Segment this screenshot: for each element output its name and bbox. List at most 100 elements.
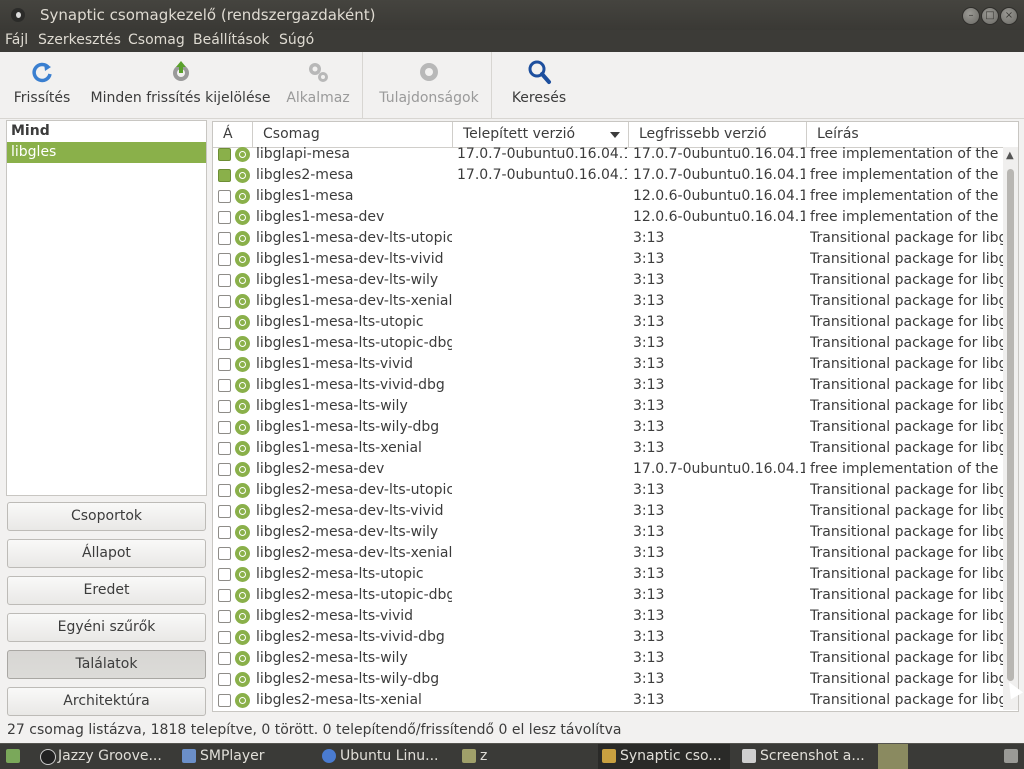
package-checkbox[interactable] (218, 547, 231, 560)
architecture-button[interactable]: Architektúra (7, 687, 206, 716)
sections-button[interactable]: Csoportok (7, 502, 206, 531)
origin-button[interactable]: Eredet (7, 576, 206, 605)
table-row[interactable]: libgles2-mesa-lts-wily-dbg 3:13 Transition… (213, 669, 1003, 690)
minimize-button[interactable]: – (962, 7, 980, 25)
package-checkbox[interactable] (218, 211, 231, 224)
table-row[interactable]: libgles1-mesa-dev-lts-wily 3:13 Transition… (213, 270, 1003, 291)
table-row[interactable]: libgles1-mesa-lts-utopic-dbg 3:13 Transiti… (213, 333, 1003, 354)
taskbar-item-jazzy[interactable]: Jazzy Groove... (36, 744, 172, 769)
package-checkbox[interactable] (218, 589, 231, 602)
taskbar-item-smplayer[interactable]: SMPlayer (178, 744, 308, 769)
taskbar-item-screenshot[interactable]: Screenshot a... (738, 744, 870, 769)
menu-edit[interactable]: Szerkesztés (38, 32, 121, 48)
package-checkbox[interactable] (218, 232, 231, 245)
package-checkbox[interactable] (218, 526, 231, 539)
status-button[interactable]: Állapot (7, 539, 206, 568)
scrollbar-thumb[interactable] (1007, 169, 1014, 681)
package-checkbox[interactable] (218, 316, 231, 329)
table-row[interactable]: libgles1-mesa-lts-wily-dbg 3:13 Transition… (213, 417, 1003, 438)
column-status[interactable]: Á (213, 122, 253, 147)
scroll-up-icon[interactable]: ▲ (1006, 150, 1014, 161)
trash-button[interactable] (1000, 744, 1022, 769)
table-row[interactable]: libgles1-mesa-lts-vivid 3:13 Transitional … (213, 354, 1003, 375)
table-row[interactable]: libgles2-mesa-dev-lts-vivid 3:13 Transitio… (213, 501, 1003, 522)
menu-help[interactable]: Súgó (279, 32, 314, 48)
package-checkbox[interactable] (218, 421, 231, 434)
mark-all-upgrades-button[interactable]: Minden frissítés kijelölése (88, 52, 273, 118)
column-latest-version[interactable]: Legfrissebb verzió (629, 122, 807, 147)
custom-filters-button[interactable]: Egyéni szűrők (7, 613, 206, 642)
table-row[interactable]: libgles1-mesa-lts-xenial 3:13 Transitional… (213, 438, 1003, 459)
package-checkbox[interactable] (218, 379, 231, 392)
table-row[interactable]: libgles2-mesa-lts-vivid 3:13 Transitional … (213, 606, 1003, 627)
apply-gears-icon (309, 63, 328, 82)
refresh-button[interactable]: Frissítés (6, 52, 78, 118)
table-row[interactable]: libgles2-mesa-lts-vivid-dbg 3:13 Transitio… (213, 627, 1003, 648)
table-row[interactable]: libgles1-mesa-dev-lts-utopic 3:13 Transiti… (213, 228, 1003, 249)
table-row[interactable]: libgles1-mesa-dev-lts-xenial 3:13 Transiti… (213, 291, 1003, 312)
package-checkbox[interactable] (218, 505, 231, 518)
package-checkbox[interactable] (218, 568, 231, 581)
package-checkbox[interactable] (218, 652, 231, 665)
table-row[interactable]: libgles2-mesa-dev 17.0.7-0ubuntu0.16.04.1… (213, 459, 1003, 480)
table-row[interactable]: libgles2-mesa-lts-utopic 3:13 Transitional… (213, 564, 1003, 585)
table-row[interactable]: libgles1-mesa-lts-vivid-dbg 3:13 Transitio… (213, 375, 1003, 396)
column-package[interactable]: Csomag (253, 122, 453, 147)
table-row[interactable]: libgles2-mesa-lts-xenial 3:13 Transitional… (213, 690, 1003, 710)
package-checkbox[interactable] (218, 673, 231, 686)
taskbar-item-folder[interactable]: z (458, 744, 588, 769)
properties-button[interactable]: Tulajdonságok (373, 52, 485, 118)
package-checkbox[interactable] (218, 631, 231, 644)
package-checkbox[interactable] (218, 463, 231, 476)
column-installed-version[interactable]: Telepített verzió (453, 122, 629, 147)
menu-package[interactable]: Csomag (128, 32, 185, 48)
package-checkbox[interactable] (218, 253, 231, 266)
workspace-switcher[interactable] (878, 744, 908, 769)
package-checkbox[interactable] (218, 295, 231, 308)
sort-descending-icon (610, 132, 620, 138)
package-checkbox[interactable] (218, 274, 231, 287)
table-row[interactable]: libgles2-mesa-lts-wily 3:13 Transitional p… (213, 648, 1003, 669)
show-desktop-button[interactable] (2, 744, 24, 769)
close-button[interactable]: × (1000, 7, 1018, 25)
search-results-button[interactable]: Találatok (7, 650, 206, 679)
package-checkbox[interactable] (218, 337, 231, 350)
maximize-button[interactable]: □ (981, 7, 999, 25)
package-supported-icon (235, 315, 250, 330)
installed-version: 17.0.7-0ubuntu0.16.04.1 (457, 147, 627, 162)
table-row[interactable]: libgles1-mesa-lts-wily 3:13 Transitional p… (213, 396, 1003, 417)
table-row[interactable]: libgles2-mesa 17.0.7-0ubuntu0.16.04.1 17.0… (213, 165, 1003, 186)
taskbar-item-browser[interactable]: Ubuntu Linu... (318, 744, 450, 769)
package-checkbox[interactable] (218, 610, 231, 623)
package-checkbox[interactable] (218, 190, 231, 203)
package-checkbox[interactable] (218, 400, 231, 413)
app-menu-icon[interactable] (11, 8, 25, 22)
package-checkbox[interactable] (218, 442, 231, 455)
package-checkbox[interactable] (218, 169, 231, 182)
filter-list-header[interactable]: Mind (7, 121, 206, 142)
table-row[interactable]: libgles2-mesa-dev-lts-wily 3:13 Transition… (213, 522, 1003, 543)
table-row[interactable]: libgles1-mesa-dev-lts-vivid 3:13 Transitio… (213, 249, 1003, 270)
package-checkbox[interactable] (218, 484, 231, 497)
table-row[interactable]: libgles2-mesa-dev-lts-utopic 3:13 Transiti… (213, 480, 1003, 501)
package-checkbox[interactable] (218, 148, 231, 161)
table-row[interactable]: libgles1-mesa-lts-utopic 3:13 Transitional… (213, 312, 1003, 333)
taskbar-item-synaptic[interactable]: Synaptic cso... (598, 744, 730, 769)
table-row[interactable]: libgles1-mesa-dev 12.0.6-0ubuntu0.16.04.1… (213, 207, 1003, 228)
table-row[interactable]: libglapi-mesa 17.0.7-0ubuntu0.16.04.1 17.0… (213, 147, 1003, 165)
latest-version: 3:13 (633, 377, 665, 393)
table-row[interactable]: libgles2-mesa-lts-utopic-dbg 3:13 Transiti… (213, 585, 1003, 606)
package-checkbox[interactable] (218, 358, 231, 371)
vertical-scrollbar[interactable]: ▲ (1003, 147, 1018, 710)
search-button[interactable]: Keresés (503, 52, 575, 118)
latest-version: 3:13 (633, 440, 665, 456)
table-row[interactable]: libgles1-mesa 12.0.6-0ubuntu0.16.04.1 free… (213, 186, 1003, 207)
package-checkbox[interactable] (218, 694, 231, 707)
menu-file[interactable]: Fájl (5, 32, 28, 48)
column-description[interactable]: Leírás (807, 122, 1018, 147)
filter-item-selected[interactable]: libgles (7, 142, 206, 163)
menu-settings[interactable]: Beállítások (193, 32, 270, 48)
table-row[interactable]: libgles2-mesa-dev-lts-xenial 3:13 Transiti… (213, 543, 1003, 564)
apply-button[interactable]: Alkalmaz (282, 52, 354, 118)
latest-version: 3:13 (633, 629, 665, 645)
